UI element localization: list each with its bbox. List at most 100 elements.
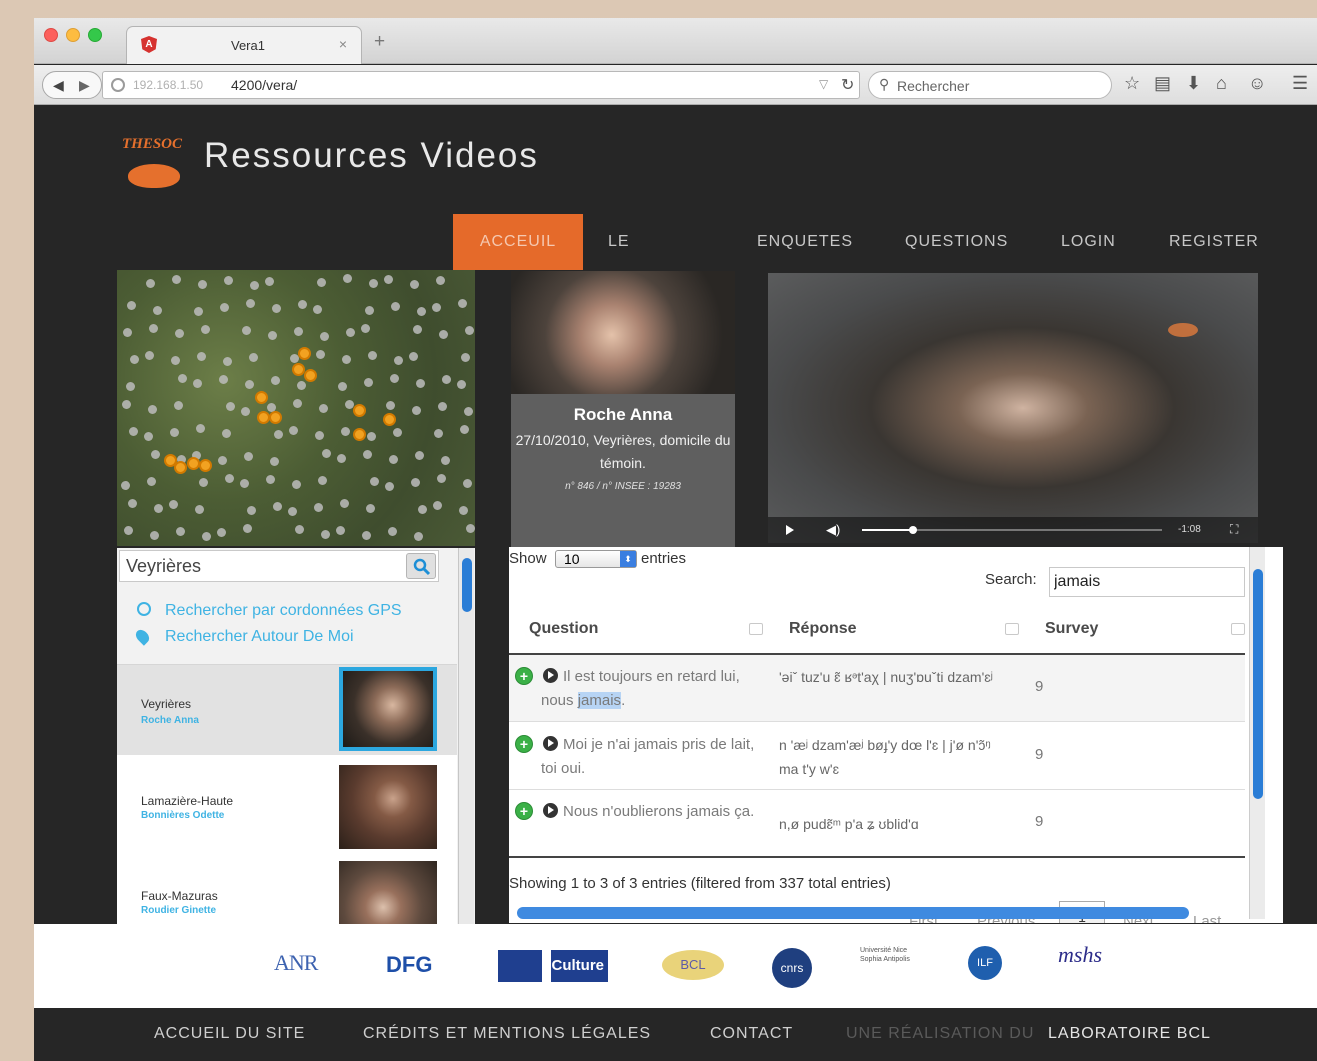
map-point[interactable]: [196, 424, 205, 433]
map-point[interactable]: [341, 427, 350, 436]
reading-list-icon[interactable]: ▤: [1154, 73, 1171, 94]
map-point[interactable]: [245, 380, 254, 389]
map-point[interactable]: [413, 325, 422, 334]
map-point[interactable]: [340, 499, 349, 508]
map-point[interactable]: [409, 352, 418, 361]
fullscreen-icon[interactable]: ⛶: [1230, 522, 1238, 537]
map-point[interactable]: [342, 355, 351, 364]
map-point[interactable]: [171, 356, 180, 365]
list-item[interactable]: Lamazière-Haute Bonnières Odette: [117, 761, 457, 851]
map-point[interactable]: [197, 352, 206, 361]
back-forward-buttons[interactable]: ◀ ▶: [42, 71, 102, 99]
history-dropdown-icon[interactable]: ▽: [819, 77, 828, 91]
nav-enquetes[interactable]: ENQUETES: [757, 214, 853, 270]
map-point[interactable]: [442, 375, 451, 384]
map-point[interactable]: [217, 528, 226, 537]
map-point[interactable]: [226, 402, 235, 411]
map-point[interactable]: [362, 531, 371, 540]
map-point[interactable]: [198, 280, 207, 289]
video-thumbnail[interactable]: [339, 667, 437, 751]
map-point[interactable]: [363, 450, 372, 459]
map-point[interactable]: [144, 432, 153, 441]
map-point[interactable]: [437, 474, 446, 483]
table-row[interactable]: + Il est toujours en retard lui, nous ja…: [509, 655, 1245, 722]
map-point[interactable]: [433, 501, 442, 510]
map-marker[interactable]: [187, 457, 200, 470]
map-point[interactable]: [241, 407, 250, 416]
map-point[interactable]: [457, 380, 466, 389]
map-point[interactable]: [295, 525, 304, 534]
map-point[interactable]: [384, 275, 393, 284]
browser-search-box[interactable]: ⚲ Rechercher: [868, 71, 1112, 99]
map-point[interactable]: [130, 355, 139, 364]
map-point[interactable]: [121, 481, 130, 490]
scrollbar-thumb[interactable]: [1253, 569, 1263, 799]
locations-scrollbar[interactable]: [458, 548, 474, 924]
nav-questions[interactable]: QUESTIONS: [905, 214, 1008, 270]
map-point[interactable]: [172, 275, 181, 284]
nav-register[interactable]: REGISTER: [1169, 214, 1259, 270]
map-point[interactable]: [169, 500, 178, 509]
map-point[interactable]: [317, 278, 326, 287]
map-point[interactable]: [439, 330, 448, 339]
map-point[interactable]: [176, 527, 185, 536]
map-point[interactable]: [274, 430, 283, 439]
map-point[interactable]: [411, 478, 420, 487]
map-point[interactable]: [434, 429, 443, 438]
minimize-window-button[interactable]: [66, 28, 80, 42]
map-point[interactable]: [178, 374, 187, 383]
anr-logo[interactable]: ANR: [274, 950, 318, 976]
map-point[interactable]: [361, 324, 370, 333]
footer-link-contact[interactable]: CONTACT: [710, 1025, 793, 1043]
map-point[interactable]: [343, 274, 352, 283]
map-point[interactable]: [314, 503, 323, 512]
forward-arrow-icon[interactable]: ▶: [79, 72, 90, 98]
map-point[interactable]: [346, 328, 355, 337]
bcl-logo[interactable]: BCL: [662, 950, 724, 980]
map-point[interactable]: [313, 305, 322, 314]
zoom-window-button[interactable]: [88, 28, 102, 42]
map-point[interactable]: [322, 449, 331, 458]
map-point[interactable]: [194, 307, 203, 316]
map-point[interactable]: [240, 479, 249, 488]
near-me-link[interactable]: Rechercher Autour De Moi: [133, 627, 354, 646]
map-point[interactable]: [265, 277, 274, 286]
map-point[interactable]: [364, 378, 373, 387]
map-point[interactable]: [465, 326, 474, 335]
map-point[interactable]: [146, 279, 155, 288]
map-point[interactable]: [249, 353, 258, 362]
map-point[interactable]: [220, 303, 229, 312]
map-marker[interactable]: [298, 347, 311, 360]
sort-icon[interactable]: [1231, 623, 1245, 635]
map-point[interactable]: [270, 457, 279, 466]
map-point[interactable]: [175, 329, 184, 338]
reload-icon[interactable]: ↻: [841, 75, 854, 95]
map-marker[interactable]: [199, 459, 212, 472]
table-row[interactable]: + Nous n'oublierons jamais ça. n,ø pudɛ̃…: [509, 790, 1245, 857]
map-point[interactable]: [461, 353, 470, 362]
sort-icon[interactable]: [1005, 623, 1019, 635]
map-point[interactable]: [151, 450, 160, 459]
map-point[interactable]: [432, 303, 441, 312]
map-point[interactable]: [222, 429, 231, 438]
map-point[interactable]: [367, 432, 376, 441]
tab-close-icon[interactable]: ×: [339, 36, 347, 52]
map-point[interactable]: [366, 504, 375, 513]
map-point[interactable]: [242, 326, 251, 335]
map-point[interactable]: [150, 531, 159, 540]
map-point[interactable]: [297, 381, 306, 390]
map-point[interactable]: [438, 402, 447, 411]
expand-plus-icon[interactable]: +: [515, 667, 533, 685]
map-point[interactable]: [365, 306, 374, 315]
list-item[interactable]: Veyrières Roche Anna: [117, 665, 457, 755]
map-point[interactable]: [410, 280, 419, 289]
download-icon[interactable]: ⬇: [1186, 73, 1201, 94]
back-arrow-icon[interactable]: ◀: [53, 72, 64, 98]
map-point[interactable]: [272, 304, 281, 313]
seek-bar[interactable]: [862, 526, 1162, 534]
map-point[interactable]: [466, 524, 475, 533]
map-point[interactable]: [391, 302, 400, 311]
map-point[interactable]: [126, 382, 135, 391]
map-point[interactable]: [390, 374, 399, 383]
map-point[interactable]: [195, 505, 204, 514]
